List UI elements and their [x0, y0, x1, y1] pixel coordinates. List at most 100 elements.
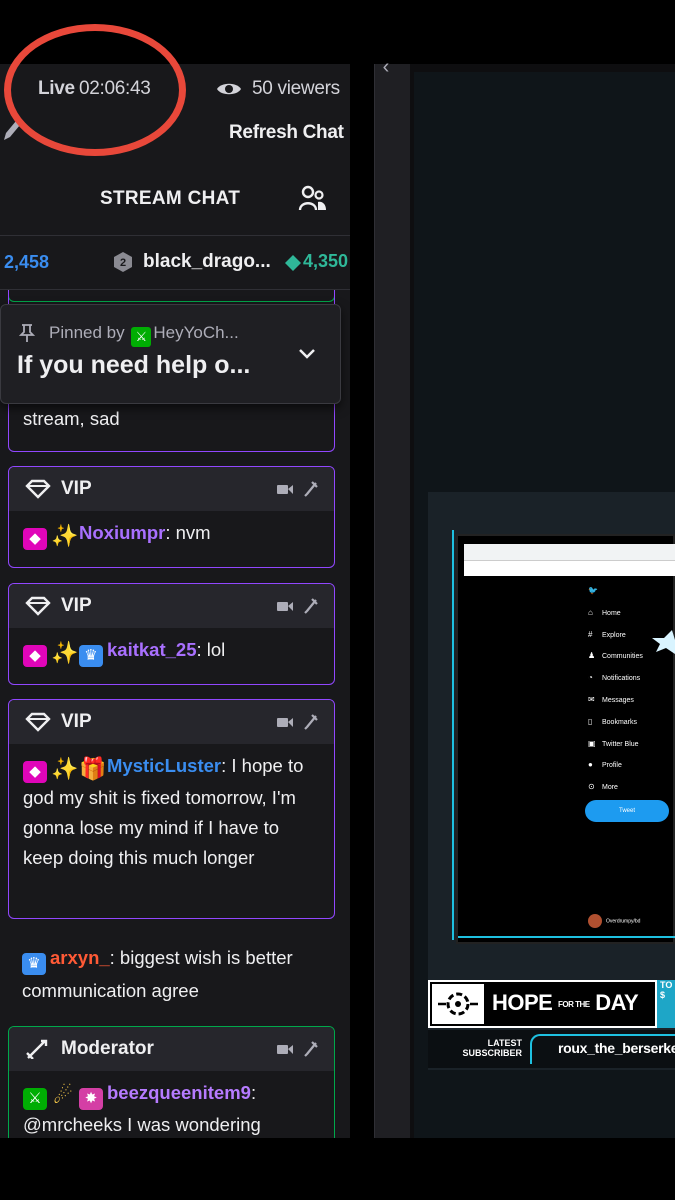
- chat-username[interactable]: Noxiumpr: [79, 522, 165, 543]
- diamond-vip-icon: [25, 712, 51, 732]
- chat-message[interactable]: ♛ arxyn_: biggest wish is better communic…: [22, 942, 342, 1006]
- live-stats-row: Live 02:06:43 50 viewers: [0, 64, 350, 114]
- pin-message-icon[interactable]: [303, 597, 319, 615]
- bottom-black-bar: [0, 1138, 675, 1200]
- chat-message-text: : nvm: [165, 522, 211, 543]
- pin-icon: [19, 324, 35, 342]
- vip-badge-icon: ◆: [23, 761, 47, 783]
- chat-username[interactable]: arxyn_: [50, 947, 110, 968]
- twitter-menu-item: ▯ Bookmarks: [588, 711, 675, 733]
- twitter-logo-row: 🐦: [588, 580, 675, 602]
- partial-message-text: stream, sad: [23, 408, 120, 429]
- vip-label: VIP: [61, 595, 92, 616]
- vip-message[interactable]: VIP ◆ ✨ ♛ kaitkat_25: lol: [8, 583, 335, 685]
- pencil-icon[interactable]: [2, 118, 22, 142]
- chat-header: STREAM CHAT: [0, 164, 350, 236]
- twitter-menu-item: ⌂ Home: [588, 602, 675, 624]
- browser-bookmarks-bar: [464, 560, 675, 576]
- vip-message[interactable]: VIP ◆ ✨Noxiumpr: nvm: [8, 466, 335, 568]
- vip-badge-icon: ◆: [23, 645, 47, 667]
- eye-icon: [217, 83, 241, 95]
- message-body: ◆ ✨🎁MysticLuster: I hope to god my shit i…: [9, 744, 334, 883]
- hashtag-icon: #: [588, 629, 593, 639]
- diamond-vip-icon: [25, 596, 51, 616]
- pinned-by-label: Pinned by: [49, 323, 125, 342]
- twitter-menu-item: ▣ Twitter Blue: [588, 733, 675, 755]
- pinned-message-text: If you need help o...: [17, 351, 251, 379]
- chat-title: STREAM CHAT: [100, 188, 241, 209]
- latest-subscriber-name: roux_the_berserker: [558, 1040, 675, 1056]
- moderator-sword-icon: ⚔: [131, 327, 152, 347]
- twitter-menu-item: ✉ Messages: [588, 689, 675, 711]
- bell-icon: ◔: [588, 673, 593, 683]
- hope-logo-icon: [432, 984, 484, 1024]
- video-camera-icon[interactable]: [277, 599, 293, 613]
- sword-moderator-icon: [26, 1039, 48, 1059]
- pinned-message[interactable]: Pinned by ⚔ HeyYoCh... If you need help o…: [0, 304, 341, 404]
- chat-username[interactable]: beezqueenitem9: [107, 1082, 251, 1103]
- more-icon: ⊙: [588, 782, 595, 792]
- video-camera-icon[interactable]: [277, 1042, 293, 1056]
- video-camera-icon[interactable]: [277, 482, 293, 496]
- refresh-chat-button[interactable]: Refresh Chat: [229, 122, 344, 144]
- message-body: ◆ ✨ ♛ kaitkat_25: lol: [9, 628, 334, 677]
- svg-text:2: 2: [120, 257, 126, 269]
- moderator-label: Moderator: [61, 1038, 154, 1059]
- bookmark-icon: ▯: [588, 716, 593, 726]
- twitter-account-row: Overdrumpy/bd: [588, 914, 640, 928]
- envelope-icon: ✉: [588, 694, 595, 704]
- message-header: VIP: [9, 700, 334, 744]
- vip-message[interactable]: VIP ◆ ✨🎁MysticLuster: I hope to god my sh…: [8, 699, 335, 919]
- communities-icon: ♟: [588, 651, 596, 661]
- message-header: Moderator: [9, 1027, 334, 1071]
- sparkle-badge-icon: ✨: [51, 756, 79, 781]
- gift-badge-icon: 🎁: [79, 756, 107, 781]
- twitter-blue-icon: ▣: [588, 738, 596, 748]
- tweet-button: Tweet: [585, 800, 669, 822]
- message-header: VIP: [9, 584, 334, 628]
- pin-message-icon[interactable]: [303, 480, 319, 498]
- video-camera-icon[interactable]: [277, 715, 293, 729]
- latest-subscriber-label: LATEST SUBSCRIBER: [462, 1038, 522, 1058]
- chat-username[interactable]: MysticLuster: [107, 755, 221, 776]
- hope-banner-text: HOPE FOR THE DAY: [492, 990, 639, 1015]
- twitter-sidebar-menu: 🐦 ⌂ Home # Explore ♟ Communities ◔ Notificat…: [588, 580, 675, 798]
- moderator-badge-icon: ⚔: [23, 1088, 47, 1110]
- vip-label: VIP: [61, 478, 92, 499]
- chat-username[interactable]: kaitkat_25: [107, 639, 196, 660]
- overlay-accent-bottom: [458, 934, 675, 938]
- leaderboard-score: 4,350: [303, 251, 349, 271]
- pin-message-icon[interactable]: [303, 1040, 319, 1058]
- live-timer: 02:06:43: [79, 78, 151, 99]
- comet-badge-icon: ☄: [53, 1083, 73, 1108]
- top-black-bar: [0, 0, 675, 64]
- home-icon: ⌂: [588, 607, 593, 617]
- profile-icon: ●: [588, 760, 593, 770]
- pinned-by-user: HeyYoCh...: [153, 323, 239, 342]
- chevron-down-icon[interactable]: [297, 347, 317, 361]
- vip-badge-icon: ◆: [23, 528, 47, 550]
- sparkle-badge-icon: ✨: [51, 523, 79, 548]
- leaderboard-prev-score: 2,458: [4, 252, 50, 272]
- twitter-menu-item: ◔ Notifications: [588, 667, 675, 689]
- live-label: Live: [38, 78, 75, 99]
- moderator-message[interactable]: Moderator ⚔ ☄ ✸ beezqueenitem9: @mrcheeks I…: [8, 1026, 335, 1156]
- side-gutter: [374, 64, 410, 1138]
- community-users-icon[interactable]: [298, 184, 328, 214]
- viewer-count: 50 viewers: [252, 78, 340, 99]
- leaderboard-username: black_drago...: [143, 251, 271, 272]
- avatar: [588, 914, 602, 928]
- crown-badge-icon: ♛: [22, 953, 46, 975]
- collapse-arrow-icon[interactable]: ‹: [374, 56, 398, 78]
- channel-points-icon: [285, 255, 301, 271]
- twitter-bird-icon: 🐦: [588, 586, 598, 595]
- chat-message-text: : lol: [196, 639, 226, 660]
- crown-badge-icon: ♛: [79, 645, 103, 667]
- leaderboard-row[interactable]: 2,458 2 black_drago... 4,350: [0, 236, 350, 290]
- subscriber-badge-icon: ✸: [79, 1088, 103, 1110]
- hope-side-panel: TO $: [657, 980, 675, 1028]
- pin-message-icon[interactable]: [303, 713, 319, 731]
- diamond-vip-icon: [25, 479, 51, 499]
- star-icon: [652, 630, 675, 654]
- message-header: VIP: [9, 467, 334, 511]
